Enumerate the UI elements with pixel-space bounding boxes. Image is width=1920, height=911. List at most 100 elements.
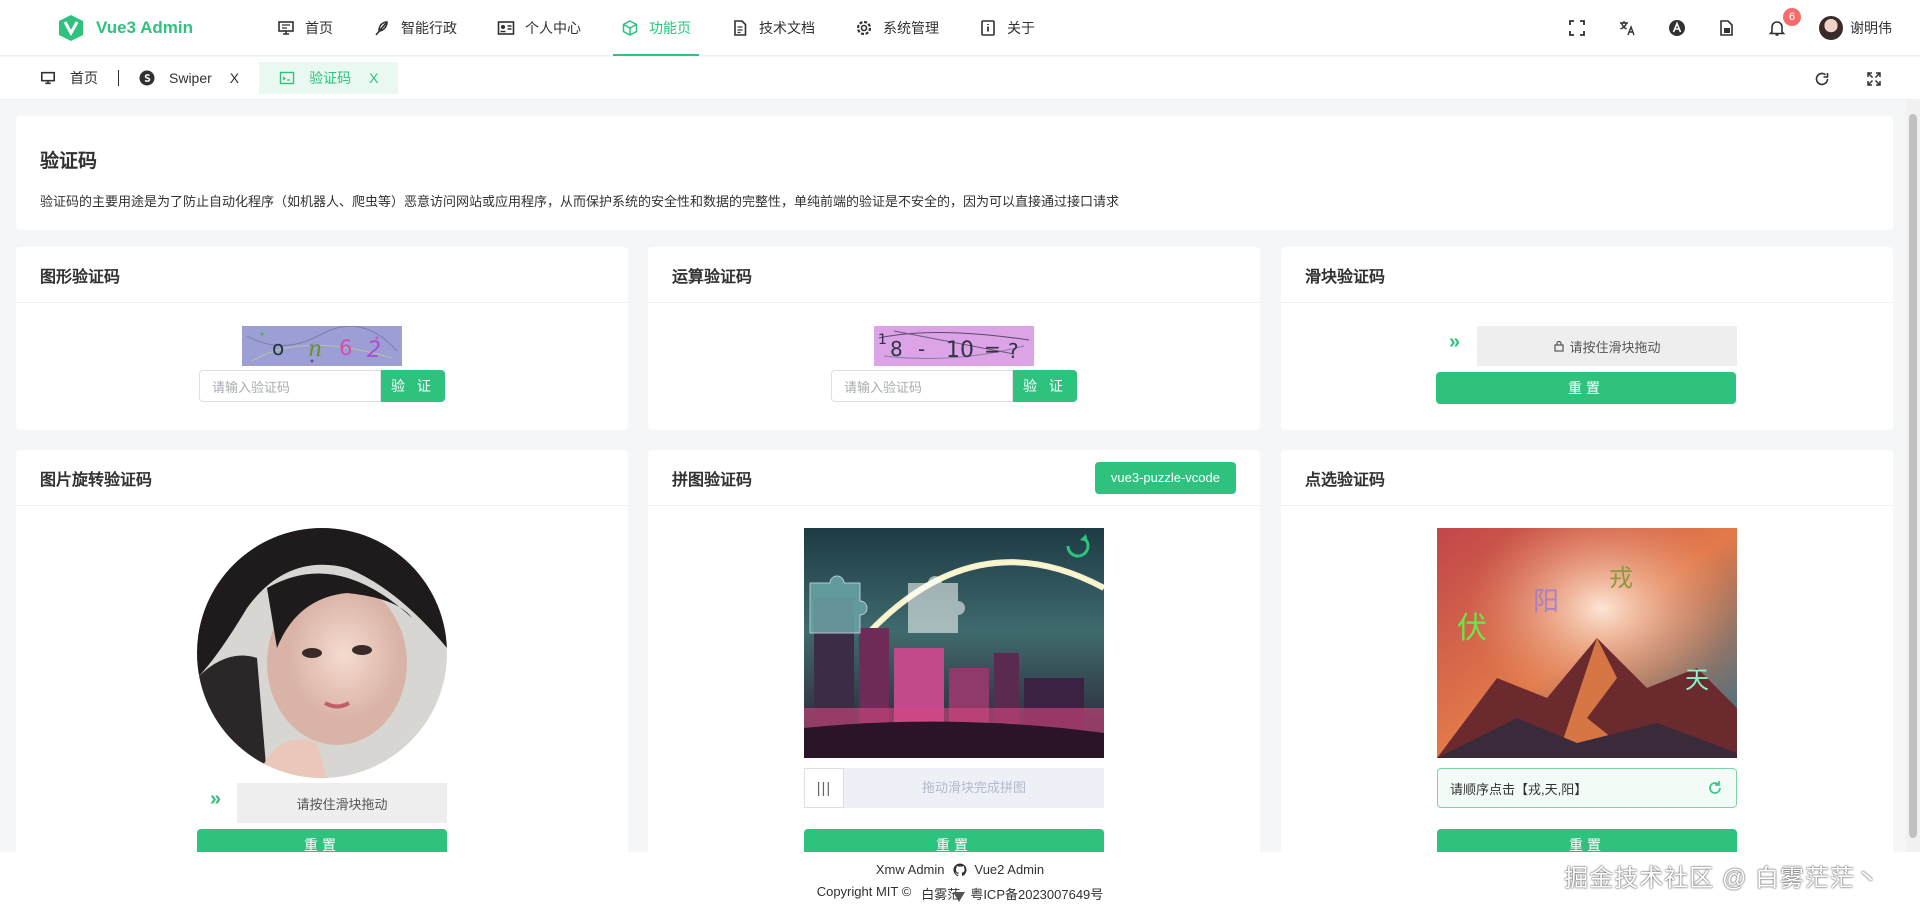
info-icon (979, 19, 997, 37)
nav-item-features[interactable]: 功能页 (601, 0, 711, 56)
puzzle-captcha-card: 拼图验证码 vue3-puzzle-vcode ||| 拖动滑块完成拼图 重置 (648, 450, 1260, 870)
verify-button[interactable]: 验 证 (381, 370, 445, 402)
tab-swiper[interactable]: Swiper X (119, 62, 259, 94)
captcha-char: o (272, 336, 284, 360)
captcha-char: 6 (339, 336, 352, 360)
captcha-char[interactable]: 戎 (1609, 564, 1633, 592)
close-icon[interactable]: X (369, 70, 378, 86)
lock-icon (1554, 340, 1565, 352)
captcha-char: 8 (890, 337, 903, 361)
captcha-icon (279, 70, 295, 86)
gear-icon (855, 19, 873, 37)
page-title: 验证码 (40, 151, 98, 172)
arithmetic-captcha-input[interactable]: 请输入验证码 (831, 370, 1013, 402)
captcha-char: ? (1008, 339, 1019, 363)
captcha-char[interactable]: 伏 (1457, 611, 1487, 646)
nav-item-about[interactable]: 关于 (959, 0, 1055, 56)
puzzle-captcha-image (804, 528, 1104, 758)
puzzle-library-button[interactable]: vue3-puzzle-vcode (1094, 461, 1236, 494)
top-header: Vue3 Admin 首页 智能行政 个人中心 功能页 技术文档 系统管理 关于… (0, 0, 1920, 56)
footer-link-vue2[interactable]: Vue2 Admin (975, 862, 1045, 877)
panel-header: 图片旋转验证码 (16, 450, 628, 506)
main-nav: 首页 智能行政 个人中心 功能页 技术文档 系统管理 关于 (257, 0, 1055, 56)
panel-header: 运算验证码 (648, 247, 1260, 303)
arithmetic-captcha-card: 运算验证码 1 8 - 10 = ? 请输入验证码 验 证 (648, 247, 1260, 430)
app-logo[interactable]: Vue3 Admin (57, 14, 257, 42)
page-description: 验证码的主要用途是为了防止自动化程序（如机器人、爬虫等）恶意访问网站或应用程序，… (40, 194, 1120, 209)
graphic-captcha-form: 请输入验证码 验 证 (199, 370, 445, 402)
document-icon (731, 19, 749, 37)
scrollbar-thumb[interactable] (1909, 114, 1917, 838)
nav-item-label: 系统管理 (883, 19, 939, 36)
copyright-text: Copyright MIT © (816, 884, 912, 899)
tab-label: Swiper (169, 70, 212, 86)
captcha-char[interactable]: 天 (1685, 666, 1709, 694)
puzzle-slider-handle[interactable]: ||| (804, 768, 844, 808)
panel-title: 运算验证码 (672, 268, 753, 286)
cube-icon (621, 19, 639, 37)
maximize-icon[interactable] (1864, 69, 1884, 89)
arithmetic-captcha-image[interactable]: 1 8 - 10 = ? (874, 326, 1034, 366)
graphic-captcha-input[interactable]: 请输入验证码 (199, 370, 381, 402)
graphic-captcha-card: 图形验证码 o n 6 2 请输入验证码 验 证 (16, 247, 628, 430)
scroll-down-icon[interactable] (953, 892, 965, 902)
notification-badge: 6 (1783, 8, 1801, 26)
watermark: 掘金技术社区 @ 白雾茫茫丶 (1564, 865, 1880, 892)
tab-label: 首页 (70, 70, 98, 86)
nav-item-label: 智能行政 (401, 19, 457, 36)
nav-item-label: 技术文档 (759, 19, 815, 36)
tab-home[interactable]: 首页 (20, 62, 118, 94)
user-name[interactable]: 谢明伟 (1850, 18, 1892, 38)
panel-title: 图形验证码 (40, 268, 121, 286)
notification-bell-icon[interactable]: 6 (1767, 8, 1801, 38)
nav-item-label: 个人中心 (525, 19, 581, 36)
slider-track-label: 请按住滑块拖动 (296, 796, 388, 812)
captcha-char: n (308, 337, 322, 362)
panel-title: 滑块验证码 (1305, 268, 1386, 286)
slider-track-label: 拖动滑块完成拼图 (921, 780, 1026, 795)
click-captcha-image[interactable]: 伏 阳 戎 天 (1437, 528, 1737, 758)
captcha-char: 2 (367, 338, 381, 363)
slider-handle-icon[interactable]: » (210, 788, 221, 811)
icp-record[interactable]: 粤ICP备2023007649号 (970, 884, 1103, 903)
theme-icon[interactable] (1717, 18, 1737, 38)
feather-icon (373, 19, 391, 37)
panel-title: 点选验证码 (1305, 471, 1386, 489)
graphic-captcha-image[interactable]: o n 6 2 (242, 326, 402, 366)
captcha-char: 10 (946, 338, 974, 363)
captcha-char[interactable]: 阳 (1533, 587, 1559, 617)
verify-button[interactable]: 验 证 (1013, 370, 1077, 402)
footer-link-xmw[interactable]: Xmw Admin (876, 862, 945, 877)
panel-header: 图形验证码 (16, 247, 628, 303)
captcha-char: - (918, 337, 925, 361)
translate-icon[interactable] (1617, 18, 1637, 38)
nav-item-label: 关于 (1007, 19, 1035, 36)
nav-item-home[interactable]: 首页 (257, 0, 353, 56)
slider-track[interactable]: 请按住滑块拖动 (1477, 326, 1737, 366)
app-title: Vue3 Admin (96, 17, 193, 37)
nav-item-admin[interactable]: 智能行政 (353, 0, 477, 56)
tab-label: 验证码 (309, 70, 352, 86)
swiper-icon (139, 70, 155, 86)
fullscreen-icon[interactable] (1567, 18, 1587, 38)
monitor-icon (40, 70, 56, 86)
puzzle-slider-track[interactable]: ||| 拖动滑块完成拼图 (804, 768, 1104, 808)
intro-card: 验证码 验证码的主要用途是为了防止自动化程序（如机器人、爬虫等）恶意访问网站或应… (16, 116, 1893, 230)
avatar[interactable] (1819, 16, 1843, 40)
captcha-char: = (984, 337, 1001, 361)
rotate-captcha-image (197, 528, 447, 778)
refresh-icon[interactable] (1706, 779, 1724, 797)
slider-handle-icon[interactable]: » (1449, 331, 1460, 354)
panel-title: 图片旋转验证码 (40, 471, 153, 489)
nav-item-system[interactable]: 系统管理 (835, 0, 959, 56)
tab-captcha[interactable]: 验证码 X (259, 62, 399, 94)
nav-item-profile[interactable]: 个人中心 (477, 0, 601, 56)
nav-item-docs[interactable]: 技术文档 (711, 0, 835, 56)
refresh-icon[interactable] (1812, 69, 1832, 89)
font-size-icon[interactable] (1667, 18, 1687, 38)
close-icon[interactable]: X (230, 70, 239, 86)
reset-button[interactable]: 重置 (1436, 372, 1736, 404)
github-icon[interactable] (952, 863, 967, 877)
slider-track[interactable]: 请按住滑块拖动 (237, 783, 447, 823)
panel-header: 拼图验证码 vue3-puzzle-vcode (648, 450, 1260, 506)
